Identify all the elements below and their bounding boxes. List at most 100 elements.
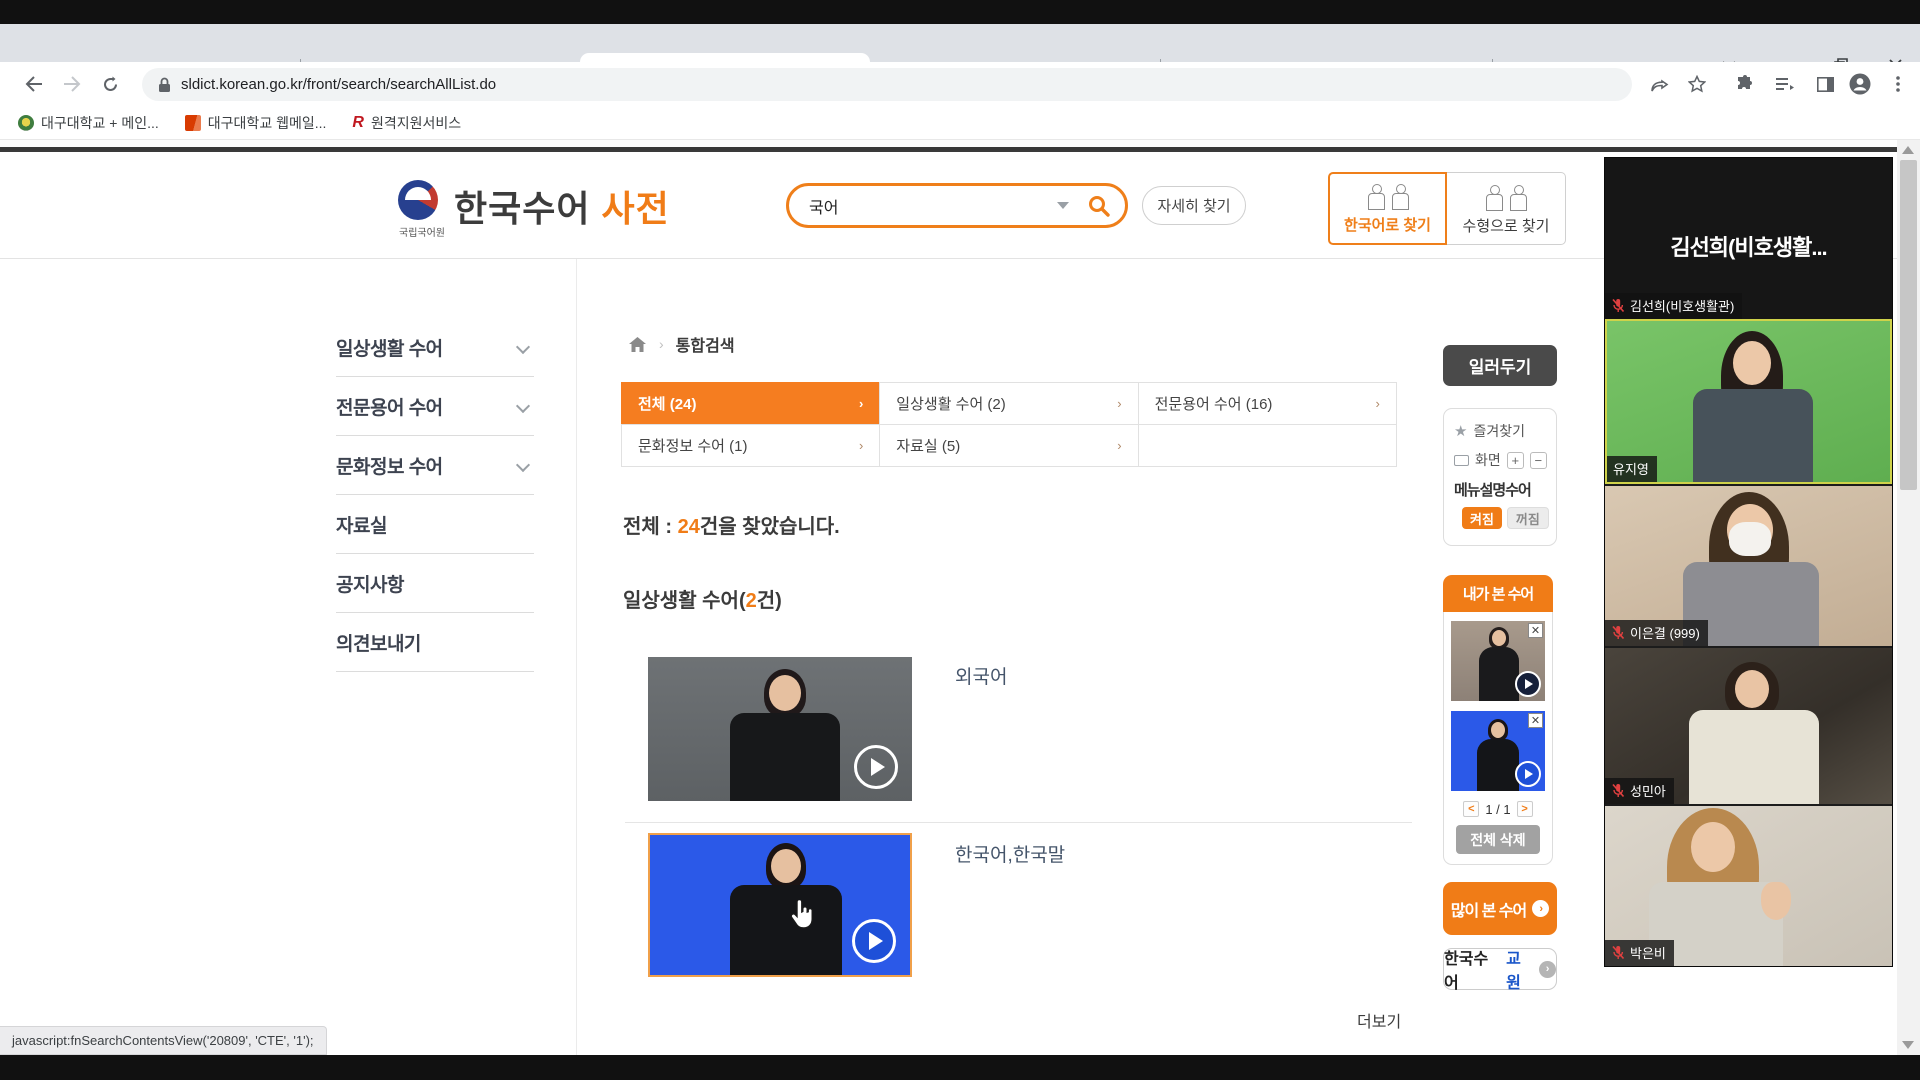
- search-input[interactable]: 국어: [809, 194, 1057, 218]
- participant-name: 이은결 (999): [1630, 623, 1700, 642]
- bookmark-star-icon[interactable]: [1683, 70, 1711, 98]
- zoom-in-button[interactable]: +: [1507, 452, 1524, 469]
- remote-support-icon: R: [352, 114, 364, 132]
- zoom-out-button[interactable]: −: [1530, 452, 1547, 469]
- remove-icon[interactable]: ✕: [1528, 713, 1543, 728]
- refresh-icon[interactable]: [96, 70, 124, 98]
- menu-item-notice[interactable]: 공지사항: [336, 554, 534, 613]
- guide-button[interactable]: 일러두기: [1443, 345, 1557, 386]
- participant-silhouette: [1685, 331, 1821, 483]
- play-icon[interactable]: [1515, 761, 1541, 787]
- result-tab-daily[interactable]: 일상생활 수어 (2)›: [879, 382, 1138, 425]
- mouse-cursor-hand-icon: [788, 900, 814, 935]
- recently-viewed-body: ✕ ✕ < 1 / 1 > 전체 삭제: [1443, 612, 1553, 865]
- screen-zoom-row: 화면 + −: [1454, 450, 1556, 470]
- result-video-thumbnail-2[interactable]: [648, 833, 912, 977]
- favorite-row[interactable]: ★ 즐겨찾기: [1454, 421, 1556, 441]
- participant-tile-seong[interactable]: 성민아: [1605, 648, 1892, 804]
- top-black-bar: [0, 0, 1920, 24]
- popular-signs-button[interactable]: 많이 본 수어 ›: [1443, 882, 1557, 935]
- result-tab-table: 전체 (24) › 일상생활 수어 (2)› 전문용어 수어 (16)› 문화정보…: [622, 383, 1400, 467]
- result-word-1[interactable]: 외국어: [955, 662, 1007, 689]
- menu-item-archive[interactable]: 자료실: [336, 495, 534, 554]
- profile-avatar-icon[interactable]: [1846, 70, 1874, 98]
- delete-all-button[interactable]: 전체 삭제: [1456, 825, 1540, 854]
- menu-item-daily-sign[interactable]: 일상생활 수어: [336, 318, 534, 377]
- forward-icon[interactable]: [58, 70, 86, 98]
- search-dropdown-caret-icon[interactable]: [1057, 202, 1069, 209]
- pager-prev-button[interactable]: <: [1463, 801, 1479, 817]
- logo-org-text: 국립국어원: [392, 224, 452, 239]
- tab-label: 전체 (24): [638, 393, 696, 414]
- result-tab-all[interactable]: 전체 (24) ›: [621, 382, 880, 425]
- participant-tile-kim[interactable]: 김선희(비호생활... 김선희(비호생활관): [1605, 158, 1892, 319]
- side-panel-icon[interactable]: [1811, 70, 1839, 98]
- participant-tile-park[interactable]: 박은비: [1605, 806, 1892, 966]
- result-tab-terminology[interactable]: 전문용어 수어 (16)›: [1138, 382, 1397, 425]
- participant-tile-yoo[interactable]: 유지영: [1605, 319, 1892, 484]
- more-link[interactable]: 더보기: [1357, 1008, 1401, 1032]
- left-menu: 일상생활 수어 전문용어 수어 문화정보 수어 자료실 공지사항 의견보내기: [336, 318, 534, 672]
- breadcrumb: › 통합검색: [628, 332, 735, 356]
- find-by-handshape-button[interactable]: 수형으로 찾기: [1447, 172, 1566, 245]
- kebab-menu-icon[interactable]: [1884, 70, 1912, 98]
- extensions-puzzle-icon[interactable]: [1731, 70, 1759, 98]
- pager-next-button[interactable]: >: [1517, 801, 1533, 817]
- menu-item-terminology-sign[interactable]: 전문용어 수어: [336, 377, 534, 436]
- signer-silhouette: [1479, 627, 1519, 701]
- menu-item-feedback[interactable]: 의견보내기: [336, 613, 534, 672]
- scroll-down-icon[interactable]: [1902, 1041, 1914, 1049]
- menu-item-culture-sign[interactable]: 문화정보 수어: [336, 436, 534, 495]
- bookmark-remote-support[interactable]: R 원격지원서비스: [352, 113, 461, 133]
- screen-label: 화면: [1475, 450, 1501, 470]
- sign-teacher-button[interactable]: 한국수어교원 ›: [1443, 948, 1557, 990]
- result-video-thumbnail-1[interactable]: [648, 657, 912, 801]
- result-tab-archive[interactable]: 자료실 (5)›: [879, 424, 1138, 467]
- speaker-name-large: 김선희(비호생활...: [1605, 230, 1892, 262]
- bookmark-daegu-webmail[interactable]: 대구대학교 웹메일...: [185, 113, 327, 133]
- page-scrollbar[interactable]: [1897, 140, 1920, 1055]
- toggle-off-button[interactable]: 꺼짐: [1507, 507, 1549, 529]
- home-icon[interactable]: [628, 336, 647, 353]
- back-icon[interactable]: [20, 70, 48, 98]
- recent-video-1[interactable]: ✕: [1451, 621, 1545, 701]
- menu-label: 자료실: [336, 511, 387, 538]
- play-icon[interactable]: [1515, 671, 1541, 697]
- address-bar[interactable]: sldict.korean.go.kr/front/search/searchA…: [142, 68, 1632, 101]
- site-logo[interactable]: 국립국어원 한국수어 사전: [398, 180, 670, 232]
- participant-tile-lee[interactable]: 이은결 (999): [1605, 486, 1892, 646]
- reading-list-icon[interactable]: [1771, 70, 1799, 98]
- detail-search-button[interactable]: 자세히 찾기: [1142, 186, 1246, 225]
- toggle-on-button[interactable]: 켜짐: [1462, 507, 1502, 529]
- search-icon[interactable]: [1087, 194, 1111, 218]
- result-tab-empty: [1138, 424, 1397, 467]
- niko-emblem-icon: 국립국어원: [398, 180, 438, 220]
- chevron-down-icon: [516, 458, 530, 472]
- find-korean-label: 한국어로 찾기: [1344, 214, 1431, 235]
- share-icon[interactable]: [1645, 70, 1673, 98]
- scroll-up-icon[interactable]: [1902, 146, 1914, 154]
- section-prefix: 일상생활 수어(: [623, 590, 746, 612]
- menu-label: 문화정보 수어: [336, 452, 443, 479]
- play-icon[interactable]: [854, 745, 898, 789]
- recent-video-2[interactable]: ✕: [1451, 711, 1545, 791]
- arrow-icon: ›: [859, 396, 863, 411]
- scrollbar-thumb[interactable]: [1900, 160, 1917, 490]
- search-box[interactable]: 국어: [786, 183, 1128, 228]
- result-tab-culture[interactable]: 문화정보 수어 (1)›: [621, 424, 880, 467]
- play-icon[interactable]: [852, 919, 896, 963]
- breadcrumb-separator-icon: ›: [659, 336, 664, 352]
- site-title: 한국수어 사전: [454, 180, 670, 232]
- arrow-icon: ›: [1376, 396, 1380, 411]
- office-mail-icon: [185, 115, 201, 131]
- signers-icon: [1367, 184, 1409, 210]
- result-word-2[interactable]: 한국어,한국말: [955, 840, 1065, 867]
- page-top-border: [0, 147, 1897, 152]
- participant-nametag: 성민아: [1605, 778, 1674, 804]
- remove-icon[interactable]: ✕: [1528, 623, 1543, 638]
- find-handshape-label: 수형으로 찾기: [1463, 215, 1550, 236]
- bookmark-daegu-main[interactable]: 대구대학교 + 메인...: [18, 113, 159, 133]
- find-by-korean-button[interactable]: 한국어로 찾기: [1328, 172, 1447, 245]
- tab-label: 문화정보 수어 (1): [638, 435, 747, 456]
- muted-mic-icon: [1611, 298, 1625, 313]
